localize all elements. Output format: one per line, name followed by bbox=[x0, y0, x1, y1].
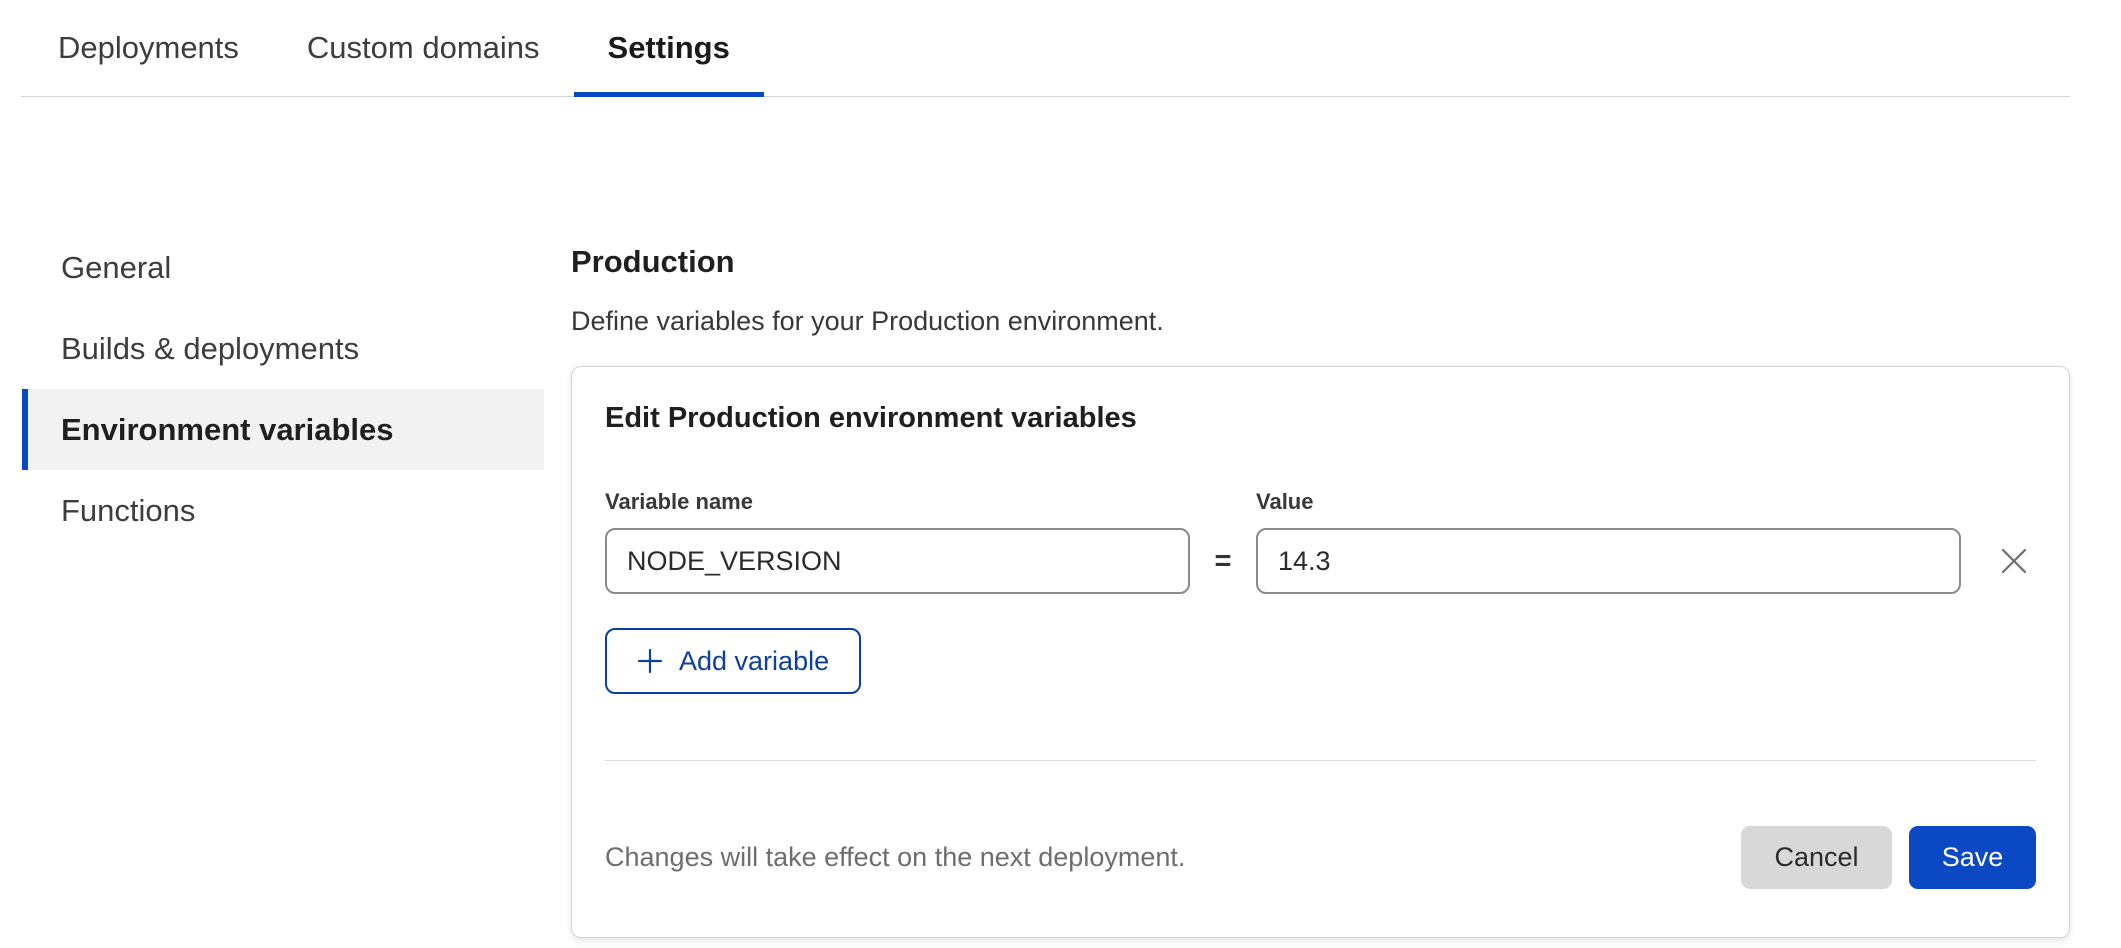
variable-name-column: Variable name bbox=[605, 489, 1190, 594]
remove-variable-cell bbox=[1961, 528, 2036, 594]
add-variable-button[interactable]: Add variable bbox=[605, 628, 861, 694]
cancel-button[interactable]: Cancel bbox=[1741, 826, 1892, 889]
project-tab-bar: Deployments Custom domains Settings bbox=[21, 0, 2070, 97]
plus-icon bbox=[637, 648, 663, 674]
remove-variable-button[interactable] bbox=[1996, 543, 2032, 579]
save-button[interactable]: Save bbox=[1909, 826, 2036, 889]
variable-name-input[interactable] bbox=[605, 528, 1190, 594]
tab-settings[interactable]: Settings bbox=[574, 0, 764, 96]
variable-row: Variable name = Value bbox=[605, 489, 2036, 594]
add-variable-label: Add variable bbox=[679, 646, 829, 677]
page-title: Production bbox=[571, 244, 2070, 280]
tab-deployments[interactable]: Deployments bbox=[24, 0, 273, 96]
card-footer: Changes will take effect on the next dep… bbox=[605, 826, 2036, 889]
variable-value-input[interactable] bbox=[1256, 528, 1961, 594]
settings-sidebar: General Builds & deployments Environment… bbox=[22, 227, 544, 551]
sidebar-item-functions[interactable]: Functions bbox=[22, 470, 544, 551]
variable-value-column: Value bbox=[1256, 489, 1961, 594]
card-divider bbox=[605, 760, 2036, 761]
tab-custom-domains[interactable]: Custom domains bbox=[273, 0, 574, 96]
card-title: Edit Production environment variables bbox=[605, 401, 2036, 435]
settings-main-panel: Production Define variables for your Pro… bbox=[571, 244, 2070, 938]
environment-variables-card: Edit Production environment variables Va… bbox=[571, 366, 2070, 938]
page-description: Define variables for your Production env… bbox=[571, 304, 2070, 338]
variable-name-label: Variable name bbox=[605, 489, 1190, 515]
sidebar-item-environment-variables[interactable]: Environment variables bbox=[22, 389, 544, 470]
close-icon bbox=[2000, 547, 2028, 575]
equals-sign: = bbox=[1190, 528, 1256, 594]
deployment-note: Changes will take effect on the next dep… bbox=[605, 842, 1741, 873]
value-label: Value bbox=[1256, 489, 1961, 515]
sidebar-item-builds-deployments[interactable]: Builds & deployments bbox=[22, 308, 544, 389]
sidebar-item-general[interactable]: General bbox=[22, 227, 544, 308]
